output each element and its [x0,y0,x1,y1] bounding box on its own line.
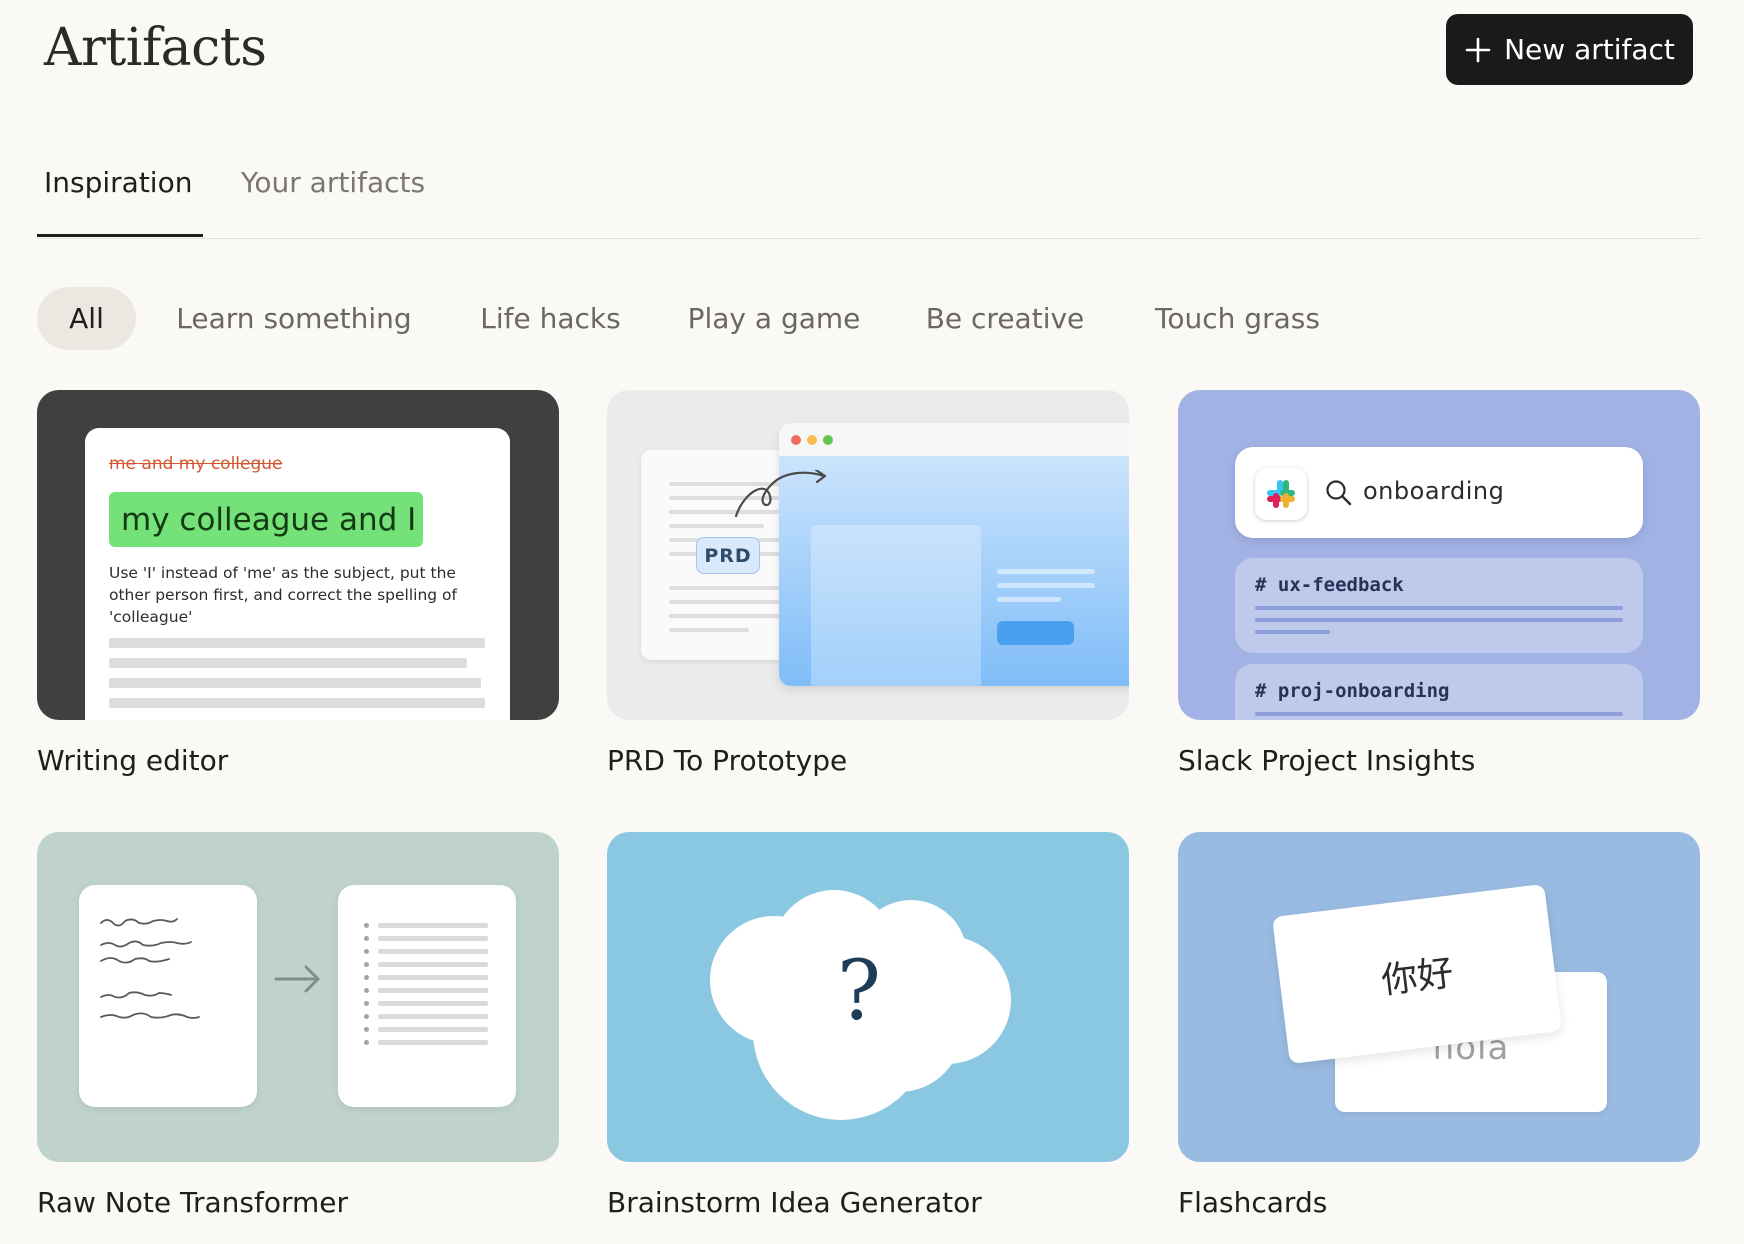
raw-note [79,885,257,1107]
document-preview: me and my collegue my colleague and I Us… [85,428,510,720]
card-thumbnail: ? [607,832,1129,1162]
window-line [997,569,1095,574]
card-thumbnail: onboarding # ux-feedback # proj-onboardi… [1178,390,1700,720]
channel-result: # proj-onboarding [1235,664,1643,720]
bullet-dot [364,988,369,993]
channel-line [1255,606,1623,610]
prototype-window [779,423,1129,686]
bullet-dot [364,1027,369,1032]
bullet-line [378,949,488,954]
window-button [997,621,1074,645]
channel-result: # ux-feedback [1235,558,1643,653]
placeholder-line [109,678,481,688]
card-thumbnail [37,832,559,1162]
bullet-dot [364,923,369,928]
bullet-dot [364,962,369,967]
bullet-line [378,962,488,967]
bullet-line [378,1001,488,1006]
card-title[interactable]: Slack Project Insights [1178,744,1700,777]
placeholder-line [109,658,467,668]
channel-name: # ux-feedback [1255,574,1404,596]
arrow-right-icon [274,965,320,993]
card-title[interactable]: Brainstorm Idea Generator [607,1186,1129,1219]
structured-note [338,885,516,1107]
artifact-card-raw-note-transformer[interactable]: Raw Note Transformer [37,832,559,1219]
slack-logo-icon [1255,468,1307,520]
channel-line [1255,630,1330,634]
card-title[interactable]: Raw Note Transformer [37,1186,559,1219]
filter-touch-grass[interactable]: Touch grass [1150,287,1325,350]
filter-learn-something[interactable]: Learn something [170,287,418,350]
artifact-card-slack-project-insights[interactable]: onboarding # ux-feedback # proj-onboardi… [1178,390,1700,777]
bullet-line [378,988,488,993]
page-title: Artifacts [44,18,267,78]
minimize-dot [807,435,817,445]
card-thumbnail: me and my collegue my colleague and I Us… [37,390,559,720]
placeholder-line [109,698,485,708]
card-thumbnail: PRD [607,390,1129,720]
suggestion-highlight: my colleague and I [109,492,423,547]
tab-your-artifacts[interactable]: Your artifacts [241,166,425,199]
content-panel [811,525,981,686]
bullet-dot [364,1001,369,1006]
bullet-line [378,936,488,941]
artifact-card-writing-editor[interactable]: me and my collegue my colleague and I Us… [37,390,559,777]
channel-line [1255,618,1623,622]
card-title[interactable]: Writing editor [37,744,559,777]
artifact-card-prd-to-prototype[interactable]: PRD PRD To Prototype [607,390,1129,777]
bullet-line [378,1027,488,1032]
artifact-card-brainstorm-idea-generator[interactable]: ? Brainstorm Idea Generator [607,832,1129,1219]
bullet-dot [364,949,369,954]
bullet-line [378,923,488,928]
scribble-icon [100,918,200,1019]
window-titlebar [779,423,1129,456]
filter-be-creative[interactable]: Be creative [916,287,1094,350]
filter-life-hacks[interactable]: Life hacks [474,287,627,350]
struck-text: me and my collegue [109,454,283,474]
flashcard-front-text: 你好 [1379,952,1456,1003]
suggestion-explanation: Use 'I' instead of 'me' as the subject, … [109,564,457,626]
card-thumbnail: hola 你好 [1178,832,1700,1162]
tab-bar: Inspiration Your artifacts [37,150,1701,239]
artifact-card-flashcards[interactable]: hola 你好 Flashcards [1178,832,1700,1219]
card-title[interactable]: PRD To Prototype [607,744,1129,777]
bullet-line [378,1014,488,1019]
filter-all[interactable]: All [37,287,136,350]
search-icon [1326,480,1352,506]
new-artifact-button[interactable]: New artifact [1446,14,1693,85]
placeholder-line [109,638,485,648]
doc-line [669,600,779,604]
bullet-line [378,975,488,980]
channel-line [1255,712,1623,716]
close-dot [791,435,801,445]
prd-label: PRD [696,537,760,574]
tab-inspiration[interactable]: Inspiration [44,166,192,199]
maximize-dot [823,435,833,445]
bullet-dot [364,1014,369,1019]
bullet-dot [364,975,369,980]
plus-icon [1465,37,1491,62]
card-title[interactable]: Flashcards [1178,1186,1700,1219]
new-artifact-label: New artifact [1504,33,1675,66]
question-mark: ? [837,944,881,1039]
active-tab-indicator [37,234,203,237]
curved-arrow-icon [734,470,827,518]
doc-line [669,586,789,590]
bullet-dot [364,936,369,941]
slack-search-bar: onboarding [1235,447,1643,538]
bullet-line [378,1040,488,1045]
filter-play-a-game[interactable]: Play a game [684,287,864,350]
doc-line [669,628,749,632]
doc-line [669,614,789,618]
channel-name: # proj-onboarding [1255,680,1450,702]
bullet-dot [364,1040,369,1045]
window-line [997,583,1095,588]
search-query: onboarding [1363,477,1505,505]
doc-line [669,524,764,528]
window-line [997,597,1061,602]
